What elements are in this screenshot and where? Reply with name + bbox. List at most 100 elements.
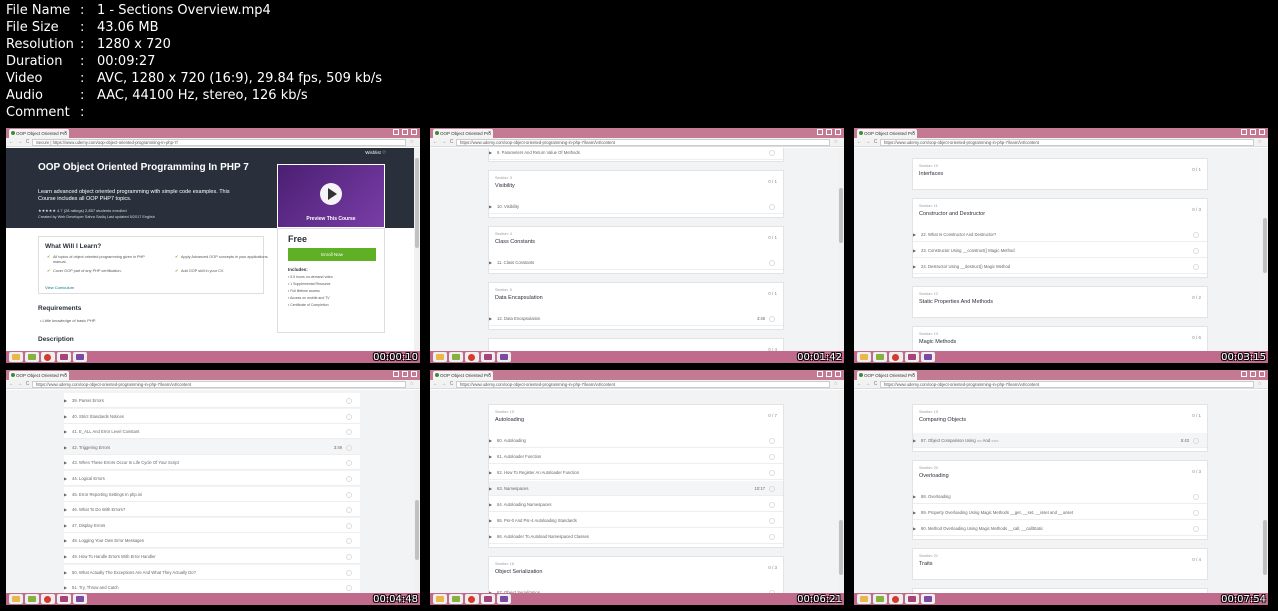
browser-tab[interactable]: OOP Object Oriented Pro × — [9, 371, 69, 380]
progress-circle-icon[interactable] — [769, 150, 775, 156]
lecture-item[interactable]: ▶ 49. How To Handle Errors With Error Han… — [64, 549, 360, 564]
url-field[interactable]: https://www.udemy.com/oop-object-oriente… — [456, 381, 830, 388]
nav-buttons[interactable]: ← → C — [433, 139, 454, 145]
minimize-icon[interactable] — [817, 129, 823, 135]
minimize-icon[interactable] — [393, 129, 399, 135]
scrollbar[interactable] — [838, 390, 844, 593]
section-title[interactable]: Visibility — [495, 183, 515, 189]
progress-circle-icon[interactable] — [346, 398, 352, 404]
maximize-icon[interactable] — [1250, 129, 1256, 135]
close-window-icon[interactable] — [411, 129, 417, 135]
lecture-item[interactable]: ▶ 23. Constructor Using __construct() Mag… — [913, 243, 1207, 258]
progress-circle-icon[interactable] — [769, 316, 775, 322]
close-tab-icon[interactable]: × — [64, 129, 67, 138]
section-title[interactable]: Traits — [919, 561, 933, 567]
lecture-item[interactable]: ▶ 60. Autoloading — [489, 433, 783, 448]
lecture-item[interactable]: ▶ 64. Autoloading Namespaces — [489, 497, 783, 512]
video-app-icon[interactable] — [497, 594, 511, 604]
folder-icon[interactable] — [433, 352, 447, 362]
progress-circle-icon[interactable] — [346, 585, 352, 592]
progress-circle-icon[interactable] — [346, 554, 352, 560]
progress-circle-icon[interactable] — [769, 470, 775, 476]
close-tab-icon[interactable]: × — [488, 371, 491, 380]
lecture-item[interactable]: ▶ 89. Property Overloading Using Magic Me… — [913, 505, 1207, 520]
maximize-icon[interactable] — [826, 371, 832, 377]
document-icon[interactable] — [449, 594, 463, 604]
view-curriculum-link[interactable]: View Curriculum — [45, 285, 74, 290]
scrollbar[interactable] — [1262, 390, 1268, 593]
progress-circle-icon[interactable] — [346, 491, 352, 498]
video-app-icon[interactable] — [73, 594, 87, 604]
url-field[interactable]: Secure | https://www.udemy.com/oop-objec… — [32, 139, 406, 146]
section-title[interactable]: Overloading — [919, 473, 949, 479]
progress-circle-icon[interactable] — [1193, 232, 1199, 238]
progress-circle-icon[interactable] — [346, 507, 352, 514]
close-window-icon[interactable] — [1259, 371, 1265, 377]
chrome-icon[interactable] — [41, 594, 55, 604]
preview-video[interactable]: Preview This Course — [277, 164, 385, 228]
maximize-icon[interactable] — [402, 129, 408, 135]
wishlist-button[interactable]: Wishlist ♡ — [365, 150, 386, 156]
video-thumbnail-6[interactable]: Section: 19 Comparing Objects 0 / 1 ▶ 87. Ob… — [854, 370, 1268, 605]
nav-buttons[interactable]: ← → C — [9, 139, 30, 145]
nav-buttons[interactable]: ← → C — [857, 139, 878, 145]
progress-circle-icon[interactable] — [346, 460, 352, 467]
progress-circle-icon[interactable] — [769, 260, 775, 266]
lecture-item[interactable]: ▶ 66. Autoloader To Autoload Namespaced C… — [489, 529, 783, 544]
minimize-icon[interactable] — [1241, 371, 1247, 377]
url-field[interactable]: https://www.udemy.com/oop-object-oriente… — [32, 381, 406, 388]
scrollbar-thumb[interactable] — [839, 520, 843, 575]
chrome-icon[interactable] — [889, 352, 903, 362]
progress-circle-icon[interactable] — [1193, 510, 1199, 516]
lecture-item[interactable]: ▶ 65. Psr-0 And Psr-4 Autoloading Standar… — [489, 513, 783, 528]
close-tab-icon[interactable]: × — [912, 129, 915, 138]
media-player-icon[interactable] — [57, 352, 71, 362]
section-title[interactable]: Class Constants — [495, 239, 535, 245]
url-field[interactable]: https://www.udemy.com/oop-object-oriente… — [880, 381, 1254, 388]
minimize-icon[interactable] — [393, 371, 399, 377]
minimize-icon[interactable] — [1241, 129, 1247, 135]
lecture-item[interactable]: ▶ 61. Autoloader Function — [489, 449, 783, 464]
lecture-item[interactable]: ▶ 10. Visibility — [489, 199, 783, 214]
progress-circle-icon[interactable] — [1193, 264, 1199, 270]
lecture-item[interactable]: ▶ 43. When These Errors Occur In Life Cyc… — [64, 455, 360, 471]
bookmark-star-icon[interactable]: ☆ — [834, 139, 838, 145]
close-window-icon[interactable] — [835, 129, 841, 135]
nav-buttons[interactable]: ← → C — [433, 381, 454, 387]
browser-tab[interactable]: OOP Object Oriented Pro × — [857, 129, 917, 138]
lecture-item[interactable]: ▶ 48. Logging Your Own Error Messages — [64, 533, 360, 549]
lecture-item[interactable]: ▶ 22. What Is Constructor And Destructor? — [913, 227, 1207, 242]
progress-circle-icon[interactable] — [346, 569, 352, 576]
section-title[interactable]: Constructor and Destructor — [919, 211, 985, 217]
video-thumbnail-4[interactable]: ▶ 39. Parser Errors ▶ 40. Strict Standards … — [6, 370, 420, 605]
scrollbar[interactable] — [838, 148, 844, 351]
lecture-item[interactable]: ▶ 40. Strict Standards Notices — [64, 408, 360, 424]
video-thumbnail-2[interactable]: ▶ 9. Parameters And Return Value Of Metho… — [430, 128, 844, 363]
progress-circle-icon[interactable] — [1193, 438, 1199, 444]
chrome-icon[interactable] — [889, 594, 903, 604]
section-title[interactable]: Data Encapsulation — [495, 295, 543, 301]
lecture-item[interactable]: ▶ 87. Object Comparison Using == And === 5… — [913, 433, 1207, 448]
lecture-item[interactable]: ▶ 44. Logical Errors — [64, 471, 360, 486]
chrome-icon[interactable] — [465, 352, 479, 362]
progress-circle-icon[interactable] — [769, 486, 775, 492]
lecture-item[interactable]: ▶ 63. Namespaces 10:17 — [489, 481, 783, 496]
video-thumbnail-1[interactable]: OOP Object Oriented Programming In PHP 7… — [6, 128, 420, 363]
progress-circle-icon[interactable] — [346, 413, 352, 420]
maximize-icon[interactable] — [826, 129, 832, 135]
progress-circle-icon[interactable] — [769, 204, 775, 210]
document-icon[interactable] — [25, 352, 39, 362]
chrome-icon[interactable] — [41, 352, 55, 362]
media-player-icon[interactable] — [905, 352, 919, 362]
progress-circle-icon[interactable] — [769, 534, 775, 540]
folder-icon[interactable] — [9, 594, 23, 604]
bookmark-star-icon[interactable]: ☆ — [410, 139, 414, 145]
progress-circle-icon[interactable] — [346, 538, 352, 545]
url-field[interactable]: https://www.udemy.com/oop-object-oriente… — [880, 139, 1254, 146]
folder-icon[interactable] — [857, 352, 871, 362]
progress-circle-icon[interactable] — [346, 429, 352, 436]
folder-icon[interactable] — [9, 352, 23, 362]
progress-circle-icon[interactable] — [346, 522, 352, 529]
progress-circle-icon[interactable] — [769, 454, 775, 460]
progress-circle-icon[interactable] — [1193, 494, 1199, 500]
